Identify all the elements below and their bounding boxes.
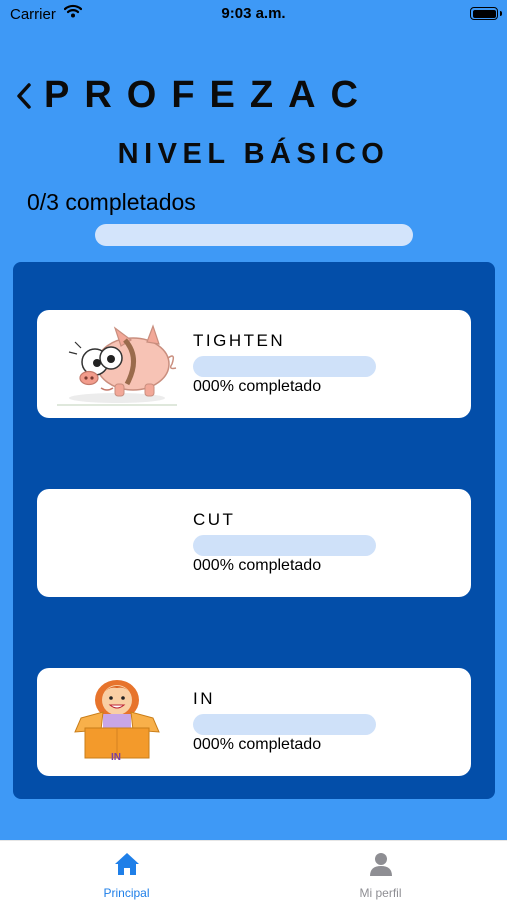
lesson-progress-text: 000% completado bbox=[193, 378, 322, 395]
level-progress-text: 0/3 completados bbox=[27, 189, 196, 215]
home-icon bbox=[113, 851, 141, 877]
pig-illustration bbox=[55, 318, 185, 410]
lesson-progress-text: 000% completado bbox=[193, 736, 322, 753]
level-title: NIVEL BÁSICO bbox=[117, 138, 390, 170]
person-icon bbox=[367, 851, 395, 877]
girl-in-box-illustration: IN bbox=[55, 676, 185, 768]
tab-label: Mi perfil bbox=[359, 886, 402, 900]
lesson-image-blank bbox=[55, 497, 185, 589]
lesson-name: CUT bbox=[193, 510, 236, 529]
lesson-progress-bar bbox=[193, 714, 376, 735]
status-bar: Carrier 9:03 a.m. bbox=[0, 0, 507, 30]
lessons-panel: TIGHTEN 000% completado CUT 000% complet… bbox=[13, 262, 495, 799]
lesson-card-cut[interactable]: CUT 000% completado bbox=[37, 489, 471, 597]
tab-mi-perfil[interactable]: Mi perfil bbox=[254, 841, 507, 900]
lesson-name: IN bbox=[193, 689, 215, 708]
lesson-progress-text: 000% completado bbox=[193, 557, 322, 574]
battery-icon bbox=[470, 7, 502, 20]
lesson-progress-bar bbox=[193, 356, 376, 377]
tab-label: Principal bbox=[103, 886, 150, 900]
lesson-name: TIGHTEN bbox=[193, 331, 286, 350]
app-title: PROFEZAC bbox=[44, 74, 373, 116]
lesson-image-caption: IN bbox=[111, 752, 121, 763]
tab-bar: Principal Mi perfil bbox=[0, 840, 507, 900]
tab-principal[interactable]: Principal bbox=[0, 841, 253, 900]
level-progress-bar bbox=[95, 224, 413, 246]
lesson-progress-bar bbox=[193, 535, 376, 556]
lesson-card-tighten[interactable]: TIGHTEN 000% completado bbox=[37, 310, 471, 418]
chevron-left-icon[interactable] bbox=[14, 80, 36, 112]
lesson-card-in[interactable]: IN IN 000% completado bbox=[37, 668, 471, 776]
status-time: 9:03 a.m. bbox=[221, 5, 286, 22]
